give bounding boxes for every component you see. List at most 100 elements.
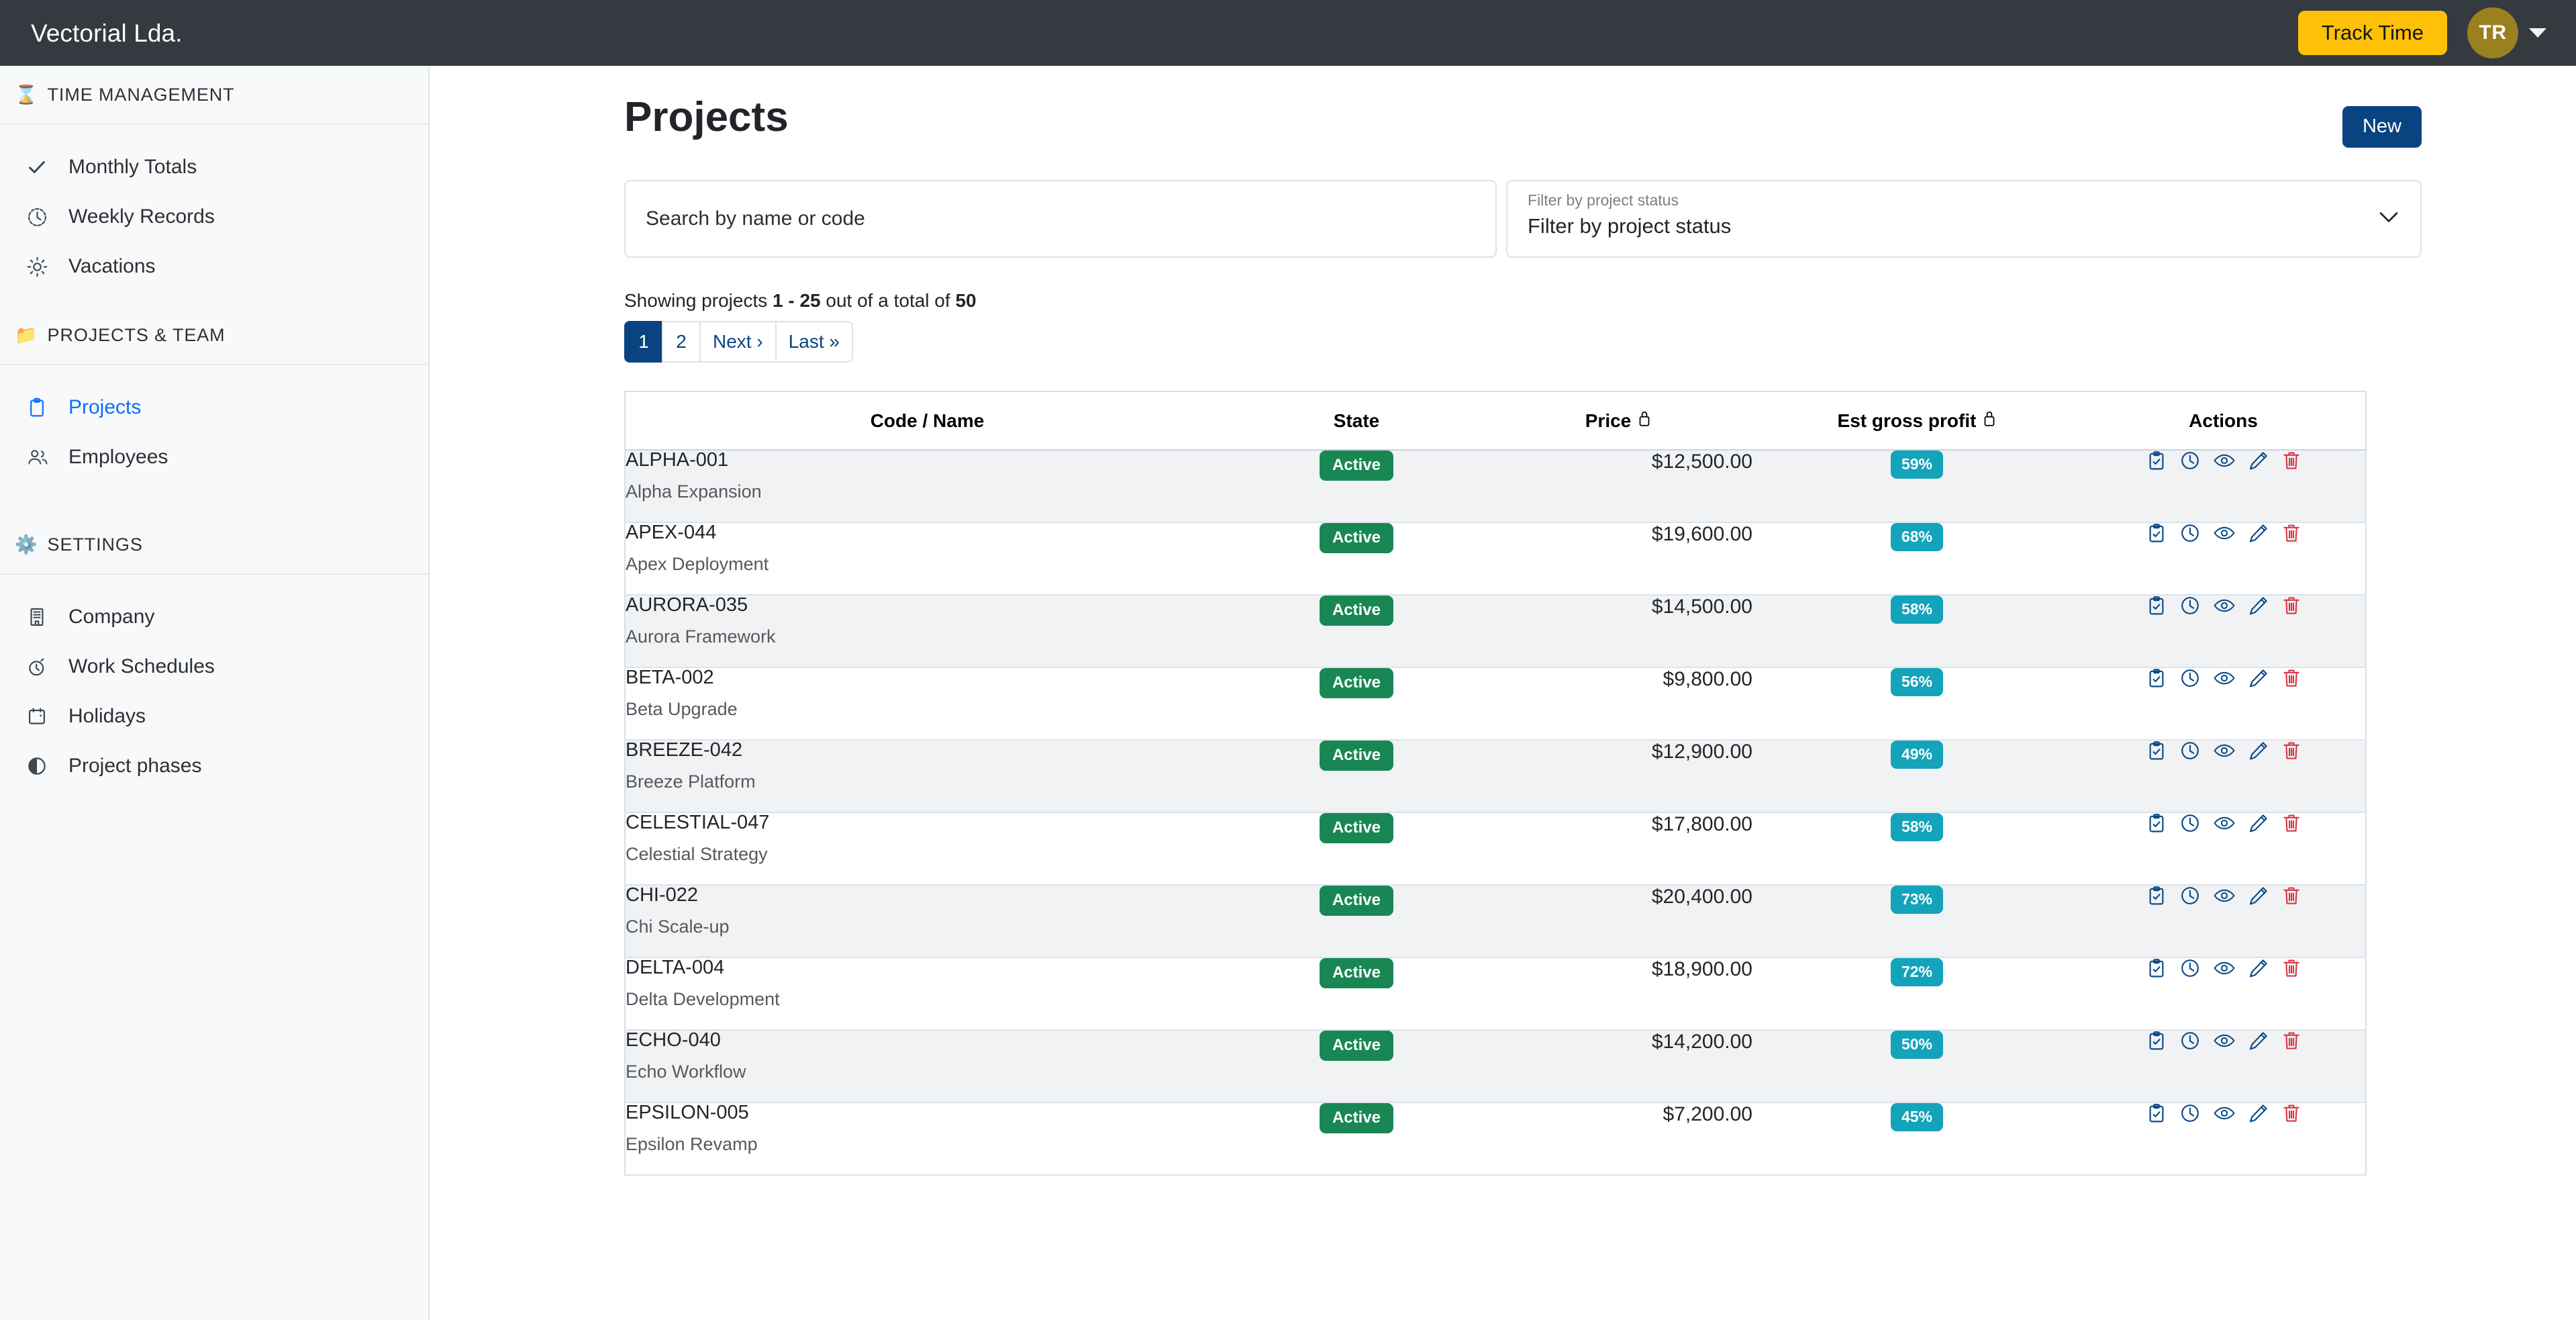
cell-code-name: ALPHA-001 Alpha Expansion (625, 450, 1229, 522)
action-clipboard-check-button[interactable] (2146, 741, 2167, 761)
cell-est-gross-profit: 45% (1752, 1102, 2081, 1175)
status-badge: Active (1319, 523, 1394, 553)
action-clipboard-check-button[interactable] (2146, 451, 2167, 471)
cell-actions (2081, 522, 2366, 595)
column-header-state[interactable]: State (1229, 391, 1484, 451)
action-eye-button[interactable] (2213, 668, 2235, 688)
sidebar-item-company[interactable]: Company (0, 592, 428, 642)
sidebar-item-label: Employees (68, 446, 168, 468)
sidebar-item-employees[interactable]: Employees (0, 432, 428, 482)
pagination-page-1[interactable]: 1 (624, 321, 662, 363)
action-trash-button[interactable] (2282, 813, 2301, 833)
action-clipboard-check-button[interactable] (2146, 668, 2167, 688)
action-pencil-button[interactable] (2248, 958, 2269, 978)
action-clipboard-check-button[interactable] (2146, 886, 2167, 906)
status-badge: Active (1319, 596, 1394, 626)
action-trash-button[interactable] (2282, 886, 2301, 906)
project-name: Alpha Expansion (626, 481, 762, 502)
status-filter-select[interactable]: Filter by project status Filter by proje… (1506, 180, 2422, 258)
cell-code-name: CHI-022 Chi Scale-up (625, 885, 1229, 957)
action-clock-button[interactable] (2180, 451, 2200, 471)
action-pencil-button[interactable] (2248, 596, 2269, 616)
action-pencil-button[interactable] (2248, 1031, 2269, 1051)
calendar-icon (27, 706, 68, 726)
sidebar-item-projects[interactable]: Projects (0, 383, 428, 432)
action-eye-button[interactable] (2213, 451, 2235, 471)
action-clipboard-check-button[interactable] (2146, 1031, 2167, 1051)
action-clipboard-check-button[interactable] (2146, 958, 2167, 978)
action-clipboard-check-button[interactable] (2146, 523, 2167, 543)
action-eye-button[interactable] (2213, 1103, 2235, 1123)
sidebar-item-holidays[interactable]: Holidays (0, 692, 428, 741)
action-clock-button[interactable] (2180, 668, 2200, 688)
action-trash-button[interactable] (2282, 451, 2301, 471)
action-pencil-button[interactable] (2248, 886, 2269, 906)
action-clock-button[interactable] (2180, 1031, 2200, 1051)
action-eye-button[interactable] (2213, 1031, 2235, 1051)
action-trash-button[interactable] (2282, 741, 2301, 761)
status-badge: Active (1319, 668, 1394, 698)
action-clock-button[interactable] (2180, 958, 2200, 978)
cell-est-gross-profit: 72% (1752, 957, 2081, 1030)
table-row: CELESTIAL-047 Celestial Strategy Active $17… (625, 812, 2366, 885)
sidebar-item-monthly-totals[interactable]: Monthly Totals (0, 142, 428, 192)
action-clock-button[interactable] (2180, 741, 2200, 761)
action-eye-button[interactable] (2213, 741, 2235, 761)
action-eye-button[interactable] (2213, 813, 2235, 833)
action-trash-button[interactable] (2282, 1031, 2301, 1051)
action-clipboard-check-button[interactable] (2146, 813, 2167, 833)
profit-badge: 49% (1890, 741, 1944, 769)
pagination-next[interactable]: Next › (699, 321, 775, 363)
new-button[interactable]: New (2342, 106, 2422, 148)
action-eye-button[interactable] (2213, 596, 2235, 616)
action-pencil-button[interactable] (2248, 741, 2269, 761)
action-clipboard-check-button[interactable] (2146, 596, 2167, 616)
action-clipboard-check-button[interactable] (2146, 1103, 2167, 1123)
project-name: Beta Upgrade (626, 699, 738, 719)
track-time-button[interactable]: Track Time (2297, 11, 2447, 55)
chevron-down-icon (2379, 211, 2399, 227)
cell-price: $9,800.00 (1663, 668, 1752, 690)
sidebar-item-work-schedules[interactable]: Work Schedules (0, 642, 428, 692)
project-code: EPSILON-005 (626, 1102, 749, 1123)
action-pencil-button[interactable] (2248, 1103, 2269, 1123)
pagination-last[interactable]: Last » (775, 321, 853, 363)
cell-est-gross-profit: 73% (1752, 885, 2081, 957)
action-buttons (2146, 1031, 2301, 1051)
column-header-est-gross-profit[interactable]: Est gross profit (1752, 391, 2081, 451)
action-eye-button[interactable] (2213, 886, 2235, 906)
column-header-code-name[interactable]: Code / Name (625, 391, 1229, 451)
action-clock-button[interactable] (2180, 886, 2200, 906)
action-pencil-button[interactable] (2248, 668, 2269, 688)
action-clock-button[interactable] (2180, 1103, 2200, 1123)
sidebar-item-vacations[interactable]: Vacations (0, 242, 428, 291)
action-trash-button[interactable] (2282, 958, 2301, 978)
search-input[interactable]: Search by name or code (624, 180, 1497, 258)
action-pencil-button[interactable] (2248, 451, 2269, 471)
action-eye-button[interactable] (2213, 523, 2235, 543)
cell-price: $19,600.00 (1651, 523, 1752, 545)
column-header-price[interactable]: Price (1484, 391, 1752, 451)
project-name: Chi Scale-up (626, 916, 730, 937)
action-trash-button[interactable] (2282, 668, 2301, 688)
action-pencil-button[interactable] (2248, 813, 2269, 833)
cell-code-name: ECHO-040 Echo Workflow (625, 1030, 1229, 1102)
profit-badge: 72% (1890, 958, 1944, 986)
action-trash-button[interactable] (2282, 1103, 2301, 1123)
top-bar: Vectorial Lda. Track Time TR (0, 0, 2576, 66)
sidebar-item-weekly-records[interactable]: Weekly Records (0, 192, 428, 242)
user-menu[interactable]: TR (2467, 7, 2546, 58)
action-clock-button[interactable] (2180, 596, 2200, 616)
action-clock-button[interactable] (2180, 813, 2200, 833)
sidebar-item-project-phases[interactable]: Project phases (0, 741, 428, 791)
action-trash-button[interactable] (2282, 596, 2301, 616)
action-trash-button[interactable] (2282, 523, 2301, 543)
project-code: CHI-022 (626, 884, 698, 906)
cell-state: Active (1229, 522, 1484, 595)
lock-icon (1983, 410, 1996, 432)
pagination-page-2[interactable]: 2 (662, 321, 699, 363)
action-pencil-button[interactable] (2248, 523, 2269, 543)
action-eye-button[interactable] (2213, 958, 2235, 978)
project-name: Celestial Strategy (626, 844, 768, 864)
action-clock-button[interactable] (2180, 523, 2200, 543)
